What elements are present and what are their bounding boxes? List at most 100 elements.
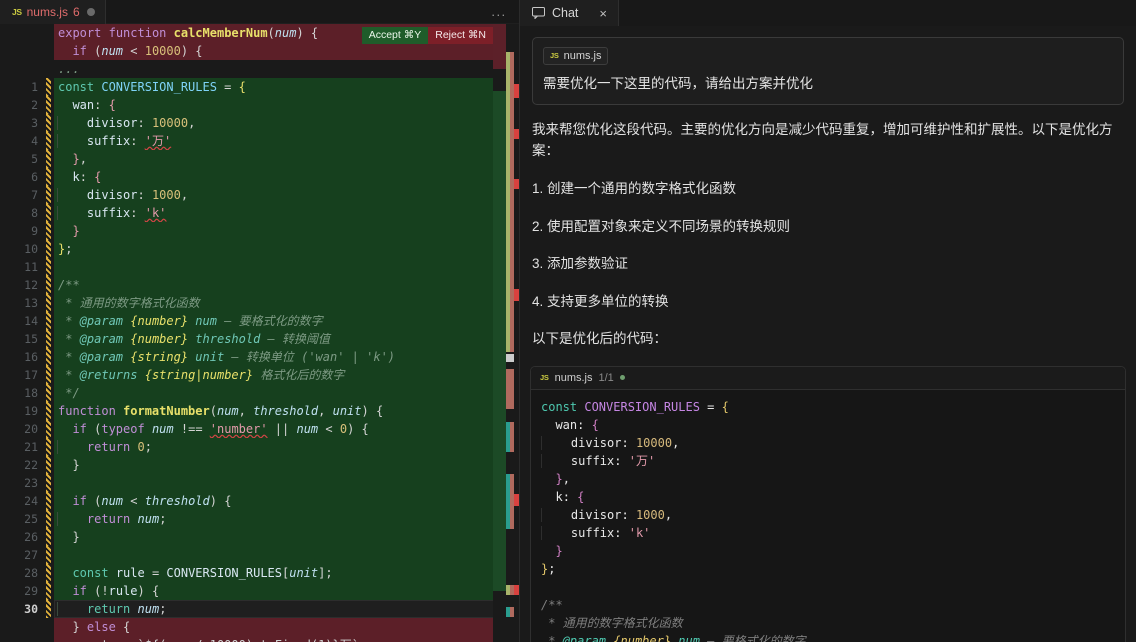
diff-gutter-marker (45, 222, 54, 240)
assistant-code-block[interactable]: JS nums.js 1/1 const CONVERSION_RULES = … (530, 365, 1126, 642)
code-line[interactable]: 28 const rule = CONVERSION_RULES[unit]; (0, 564, 519, 582)
line-number: 1 (0, 78, 45, 96)
code-line[interactable]: 3 divisor: 10000, (0, 114, 519, 132)
line-number: 10 (0, 240, 45, 258)
editor-tab-nums-js[interactable]: JS nums.js 6 (0, 0, 106, 24)
diff-gutter-marker (45, 186, 54, 204)
code-block-line: divisor: 10000, (541, 434, 1125, 452)
code-block-line: * @param {number} num – 要格式化的数字 (541, 633, 806, 642)
editor-more-actions-button[interactable]: ... (479, 0, 519, 23)
line-number (0, 636, 45, 642)
code-block-filename: nums.js (554, 371, 593, 384)
code-line[interactable]: 23 (0, 474, 519, 492)
code-block-line: }, (555, 471, 570, 486)
line-number: 7 (0, 186, 45, 204)
code-line[interactable]: 2 wan: { (0, 96, 519, 114)
line-number: 8 (0, 204, 45, 222)
diff-gutter-marker (45, 582, 54, 600)
overview-ruler-mark (493, 91, 506, 591)
chat-pane: Chat × JS nums.js 需要优化一下这里的代码，请给出方案并优化 我… (520, 0, 1136, 642)
code-line[interactable]: 7 divisor: 1000, (0, 186, 519, 204)
overview-ruler-mark (514, 494, 519, 506)
code-line[interactable]: 1 const CONVERSION_RULES = { (0, 78, 519, 96)
reject-diff-button[interactable]: Reject ⌘N (428, 27, 493, 44)
code-line[interactable]: 21 return 0; (0, 438, 519, 456)
attached-file-chip[interactable]: JS nums.js (543, 46, 609, 65)
code-line[interactable]: 11 (0, 258, 519, 276)
code-line[interactable]: 4 suffix: '万' (0, 132, 519, 150)
code-line[interactable]: 9 } (0, 222, 519, 240)
code-line[interactable]: 19 function formatNumber(num, threshold, … (0, 402, 519, 420)
js-file-icon: JS (540, 373, 549, 383)
diff-gutter-marker (45, 456, 54, 474)
overview-ruler-mark (514, 585, 519, 595)
code-line-text: if (num < 10000) { (54, 42, 519, 60)
code-line[interactable]: 25 return num; (0, 510, 519, 528)
assistant-list-item: 2. 使用配置对象来定义不同场景的转换规则 (532, 218, 791, 234)
accept-diff-button[interactable]: Accept ⌘Y (361, 27, 429, 44)
chat-conversation[interactable]: JS nums.js 需要优化一下这里的代码，请给出方案并优化 我来帮您优化这段… (520, 26, 1136, 642)
diff-gutter-marker (45, 24, 54, 42)
overview-ruler[interactable] (493, 24, 519, 642)
code-line[interactable]: 8 suffix: 'k' (0, 204, 519, 222)
diff-gutter-marker (45, 150, 54, 168)
line-number: 5 (0, 150, 45, 168)
code-line[interactable]: 29 if (!rule) { (0, 582, 519, 600)
code-line[interactable]: 13 * 通用的数字格式化函数 (0, 294, 519, 312)
code-line[interactable]: 27 (0, 546, 519, 564)
assistant-list-item: 3. 添加参数验证 (532, 256, 629, 272)
code-block-fraction: 1/1 (598, 371, 614, 384)
line-number (0, 60, 45, 78)
line-number: 14 (0, 312, 45, 330)
code-line[interactable]: } else { (0, 618, 519, 636)
code-line[interactable]: return `${(num / 10000).toFixed(1)}万` (0, 636, 519, 642)
diff-gutter-marker (45, 492, 54, 510)
code-line[interactable]: 12 /** (0, 276, 519, 294)
overview-ruler-mark (506, 474, 510, 529)
code-line[interactable]: 24 if (num < threshold) { (0, 492, 519, 510)
inline-diff-action-bar: Accept ⌘Y Reject ⌘N (361, 27, 493, 44)
code-line[interactable]: 26 } (0, 528, 519, 546)
overview-ruler-mark (493, 24, 506, 69)
code-block-line (541, 578, 1125, 596)
diff-gutter-marker (45, 114, 54, 132)
code-line[interactable]: 16 * @param {string} unit – 转换单位 ('wan' … (0, 348, 519, 366)
code-line[interactable]: 10}; (0, 240, 519, 258)
code-line-text: if (num < threshold) { (54, 492, 519, 510)
code-line[interactable]: 22 } (0, 456, 519, 474)
code-line[interactable]: if (num < 10000) { (0, 42, 519, 60)
code-line-text: k: { (54, 168, 519, 186)
line-number: 19 (0, 402, 45, 420)
code-block-line: * 通用的数字格式化函数 (541, 615, 683, 630)
code-editor[interactable]: export function calcMemberNum(num) { if … (0, 24, 519, 642)
code-line-text: }; (54, 240, 519, 258)
vscode-window: JS nums.js 6 ... export function calcMem… (0, 0, 1136, 642)
code-line-text: * 通用的数字格式化函数 (54, 294, 519, 312)
code-line[interactable]: 17 * @returns {string|number} 格式化后的数字 (0, 366, 519, 384)
dirty-dot-icon[interactable] (86, 8, 95, 16)
code-line[interactable]: 18 */ (0, 384, 519, 402)
code-line[interactable]: 15 * @param {number} threshold – 转换阈值 (0, 330, 519, 348)
overview-ruler-mark (514, 84, 519, 98)
code-line[interactable]: ... (0, 60, 519, 78)
code-line-text: } (54, 222, 519, 240)
diff-gutter-marker (45, 528, 54, 546)
diff-gutter-marker (45, 600, 54, 618)
overview-ruler-mark (514, 289, 519, 301)
diff-gutter-marker (45, 204, 54, 222)
line-number: 16 (0, 348, 45, 366)
code-line[interactable]: 20 if (typeof num !== 'number' || num < … (0, 420, 519, 438)
line-number (0, 24, 45, 42)
code-line[interactable]: 14 * @param {number} num – 要格式化的数字 (0, 312, 519, 330)
code-line-text: } else { (54, 618, 519, 636)
user-message-text: 需要优化一下这里的代码，请给出方案并优化 (543, 75, 813, 91)
code-line[interactable]: 30 return num; (0, 600, 519, 618)
line-number: 9 (0, 222, 45, 240)
line-number: 30 (0, 600, 45, 618)
code-line-text: divisor: 10000, (54, 114, 519, 132)
close-icon[interactable]: × (599, 6, 607, 21)
diff-gutter-marker (45, 276, 54, 294)
tab-chat[interactable]: Chat × (520, 0, 619, 26)
code-line[interactable]: 5 }, (0, 150, 519, 168)
code-line[interactable]: 6 k: { (0, 168, 519, 186)
